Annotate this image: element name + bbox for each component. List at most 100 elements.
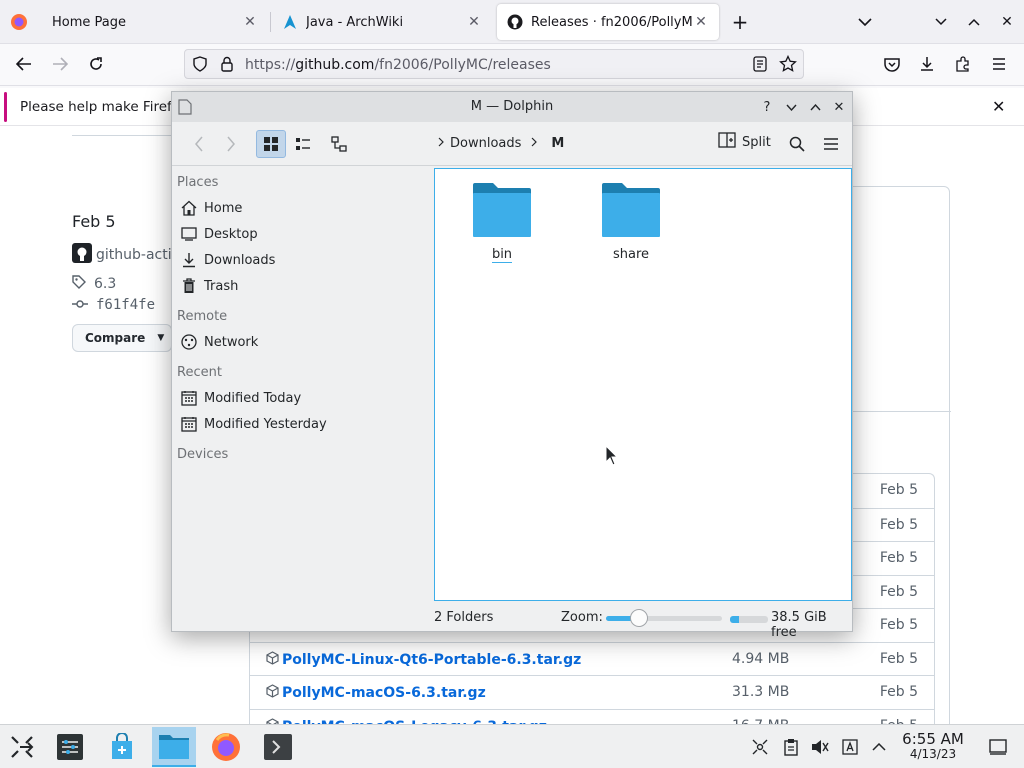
clipboard-icon[interactable] xyxy=(781,737,801,757)
places-item-network[interactable]: Network xyxy=(180,330,258,354)
forward-arrow-icon[interactable] xyxy=(46,50,74,78)
package-icon xyxy=(266,684,279,702)
release-tag[interactable]: 6.3 xyxy=(72,275,116,293)
tab-archwiki[interactable]: Java - ArchWiki ✕ xyxy=(272,4,492,40)
free-space-label: 38.5 GiB free xyxy=(771,610,827,640)
close-icon[interactable]: ✕ xyxy=(830,98,848,116)
search-icon[interactable] xyxy=(782,130,812,158)
network-icon xyxy=(180,333,198,351)
zoom-slider-handle[interactable] xyxy=(630,609,648,627)
split-view-icon xyxy=(718,132,736,152)
help-icon[interactable]: ? xyxy=(758,98,776,116)
calendar-icon xyxy=(180,389,198,407)
places-item-modified-today[interactable]: Modified Today xyxy=(180,386,301,410)
firefox-view-icon[interactable] xyxy=(8,11,30,33)
folder-icon xyxy=(602,183,660,241)
asset-row[interactable]: PollyMC-macOS-6.3.tar.gz 31.3 MB Feb 5 xyxy=(250,675,934,709)
asset-date: Feb 5 xyxy=(879,516,918,533)
file-view[interactable]: bin share xyxy=(434,168,852,601)
places-item-trash[interactable]: Trash xyxy=(180,274,238,298)
list-all-tabs-icon[interactable] xyxy=(851,8,879,36)
asset-date: Feb 5 xyxy=(879,482,918,498)
asset-row[interactable]: PollyMC-Linux-Qt6-Portable-6.3.tar.gz 4.… xyxy=(250,641,934,676)
system-settings-icon[interactable] xyxy=(48,727,92,767)
asset-name: PollyMC-Linux-Qt6-Portable-6.3.tar.gz xyxy=(282,651,582,668)
bookmark-star-icon[interactable] xyxy=(779,54,797,77)
minimize-window-icon[interactable] xyxy=(927,8,955,36)
asset-link[interactable]: PollyMC-macOS-6.3.tar.gz xyxy=(266,684,486,702)
konsole-icon[interactable] xyxy=(256,727,300,767)
dolphin-taskbar-icon[interactable] xyxy=(152,727,196,767)
tab-home-page[interactable]: Home Page ✕ xyxy=(42,4,268,40)
compact-view-icon[interactable] xyxy=(288,130,318,158)
notification-accent xyxy=(4,92,7,122)
downloads-icon[interactable] xyxy=(913,50,941,78)
keyboard-layout-icon[interactable] xyxy=(840,737,860,757)
icons-view-icon[interactable] xyxy=(256,130,286,158)
dolphin-toolbar: Downloads M Split xyxy=(172,122,852,166)
forward-icon[interactable] xyxy=(216,130,246,158)
details-view-icon[interactable] xyxy=(324,130,354,158)
shield-icon[interactable] xyxy=(193,56,207,76)
firefox-taskbar-icon[interactable] xyxy=(204,727,248,767)
show-desktop-icon[interactable] xyxy=(988,737,1008,757)
trash-icon xyxy=(180,277,198,295)
clock[interactable]: 6:55 AM 4/13/23 xyxy=(896,732,970,762)
places-item-home[interactable]: Home xyxy=(180,196,242,220)
minimize-icon[interactable] xyxy=(782,98,800,116)
tag-label: 6.3 xyxy=(94,276,117,292)
breadcrumb-downloads[interactable]: Downloads xyxy=(450,136,521,151)
tab-title: Java - ArchWiki xyxy=(306,14,404,30)
url-bar[interactable]: https://github.com/fn2006/PollyMC/releas… xyxy=(184,49,804,79)
show-hidden-icons-icon[interactable] xyxy=(869,737,889,757)
folder-item-bin[interactable]: bin xyxy=(457,183,547,263)
folder-item-share[interactable]: share xyxy=(586,183,676,262)
close-window-icon[interactable]: ✕ xyxy=(993,8,1021,36)
pocket-icon[interactable] xyxy=(878,50,906,78)
dolphin-title-bar[interactable]: M — Dolphin ? ✕ xyxy=(172,92,852,122)
tab-close-icon[interactable]: ✕ xyxy=(693,14,709,30)
places-item-downloads[interactable]: Downloads xyxy=(180,248,275,272)
free-space-bar xyxy=(730,616,768,623)
maximize-icon[interactable] xyxy=(806,98,824,116)
breadcrumb-separator-icon xyxy=(438,136,444,151)
app-launcher-icon[interactable] xyxy=(0,727,44,767)
tab-title: Releases · fn2006/PollyMC xyxy=(531,14,693,30)
dolphin-window: M — Dolphin ? ✕ Downloads M Split Places… xyxy=(171,91,853,640)
tab-close-icon[interactable]: ✕ xyxy=(466,14,482,30)
extensions-icon[interactable] xyxy=(949,50,977,78)
breadcrumb-separator-icon xyxy=(531,136,538,151)
places-item-desktop[interactable]: Desktop xyxy=(180,222,258,246)
tab-releases[interactable]: Releases · fn2006/PollyMC ✕ xyxy=(497,4,719,40)
volume-muted-icon[interactable] xyxy=(810,737,830,757)
kde-connect-icon[interactable] xyxy=(750,737,770,757)
asset-date: Feb 5 xyxy=(879,650,918,667)
places-item-modified-yesterday[interactable]: Modified Yesterday xyxy=(180,412,327,436)
compare-button[interactable]: Compare ▼ xyxy=(72,324,172,352)
lock-icon[interactable] xyxy=(221,56,233,76)
places-item-label: Trash xyxy=(204,278,239,294)
tab-close-icon[interactable]: ✕ xyxy=(242,14,258,30)
asset-link[interactable]: PollyMC-Linux-Qt6-Portable-6.3.tar.gz xyxy=(266,650,582,669)
caret-down-icon: ▼ xyxy=(157,333,165,343)
zoom-label: Zoom: xyxy=(561,610,603,625)
discover-store-icon[interactable] xyxy=(100,727,144,767)
reader-view-icon[interactable] xyxy=(753,56,767,76)
breadcrumb-current[interactable]: M xyxy=(551,136,564,151)
split-button[interactable]: Split xyxy=(718,132,771,152)
maximize-window-icon[interactable] xyxy=(960,8,988,36)
asset-name: PollyMC-macOS-6.3.tar.gz xyxy=(282,685,486,701)
notification-close-icon[interactable]: ✕ xyxy=(992,97,1005,116)
hamburger-menu-icon[interactable] xyxy=(985,50,1013,78)
reload-icon[interactable] xyxy=(82,50,110,78)
back-icon[interactable] xyxy=(184,130,214,158)
url-text[interactable]: https://github.com/fn2006/PollyMC/releas… xyxy=(245,57,551,73)
new-tab-icon[interactable]: + xyxy=(726,8,754,36)
release-commit[interactable]: f61f4fe xyxy=(72,297,155,313)
asset-date: Feb 5 xyxy=(879,550,918,566)
back-arrow-icon[interactable] xyxy=(10,50,38,78)
url-host: github.com xyxy=(295,57,375,73)
recent-heading: Recent xyxy=(177,365,222,380)
hamburger-menu-icon[interactable] xyxy=(816,130,846,158)
url-prefix: https:// xyxy=(245,57,296,73)
